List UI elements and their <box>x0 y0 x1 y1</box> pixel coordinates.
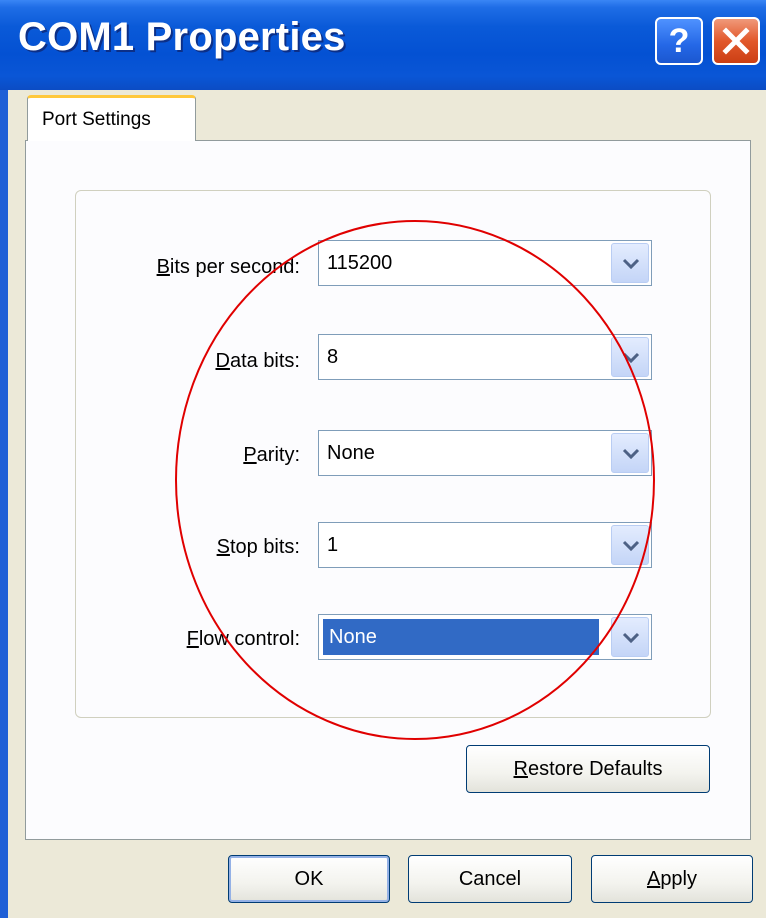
tab-port-settings[interactable]: Port Settings <box>27 95 196 141</box>
window-frame-left <box>0 90 8 918</box>
apply-button[interactable]: Apply <box>591 855 753 903</box>
ok-button[interactable]: OK <box>228 855 390 903</box>
window-title: COM1 Properties <box>18 15 346 59</box>
title-bar[interactable]: COM1 Properties ? <box>0 0 766 90</box>
tab-label: Port Settings <box>42 109 151 130</box>
cancel-button[interactable]: Cancel <box>408 855 572 903</box>
restore-defaults-button[interactable]: Restore Defaults <box>466 745 710 793</box>
help-icon: ? <box>668 22 690 60</box>
help-button[interactable]: ? <box>655 17 703 65</box>
close-button[interactable] <box>712 17 760 65</box>
close-icon <box>722 27 750 55</box>
annotation-circle <box>175 220 655 740</box>
